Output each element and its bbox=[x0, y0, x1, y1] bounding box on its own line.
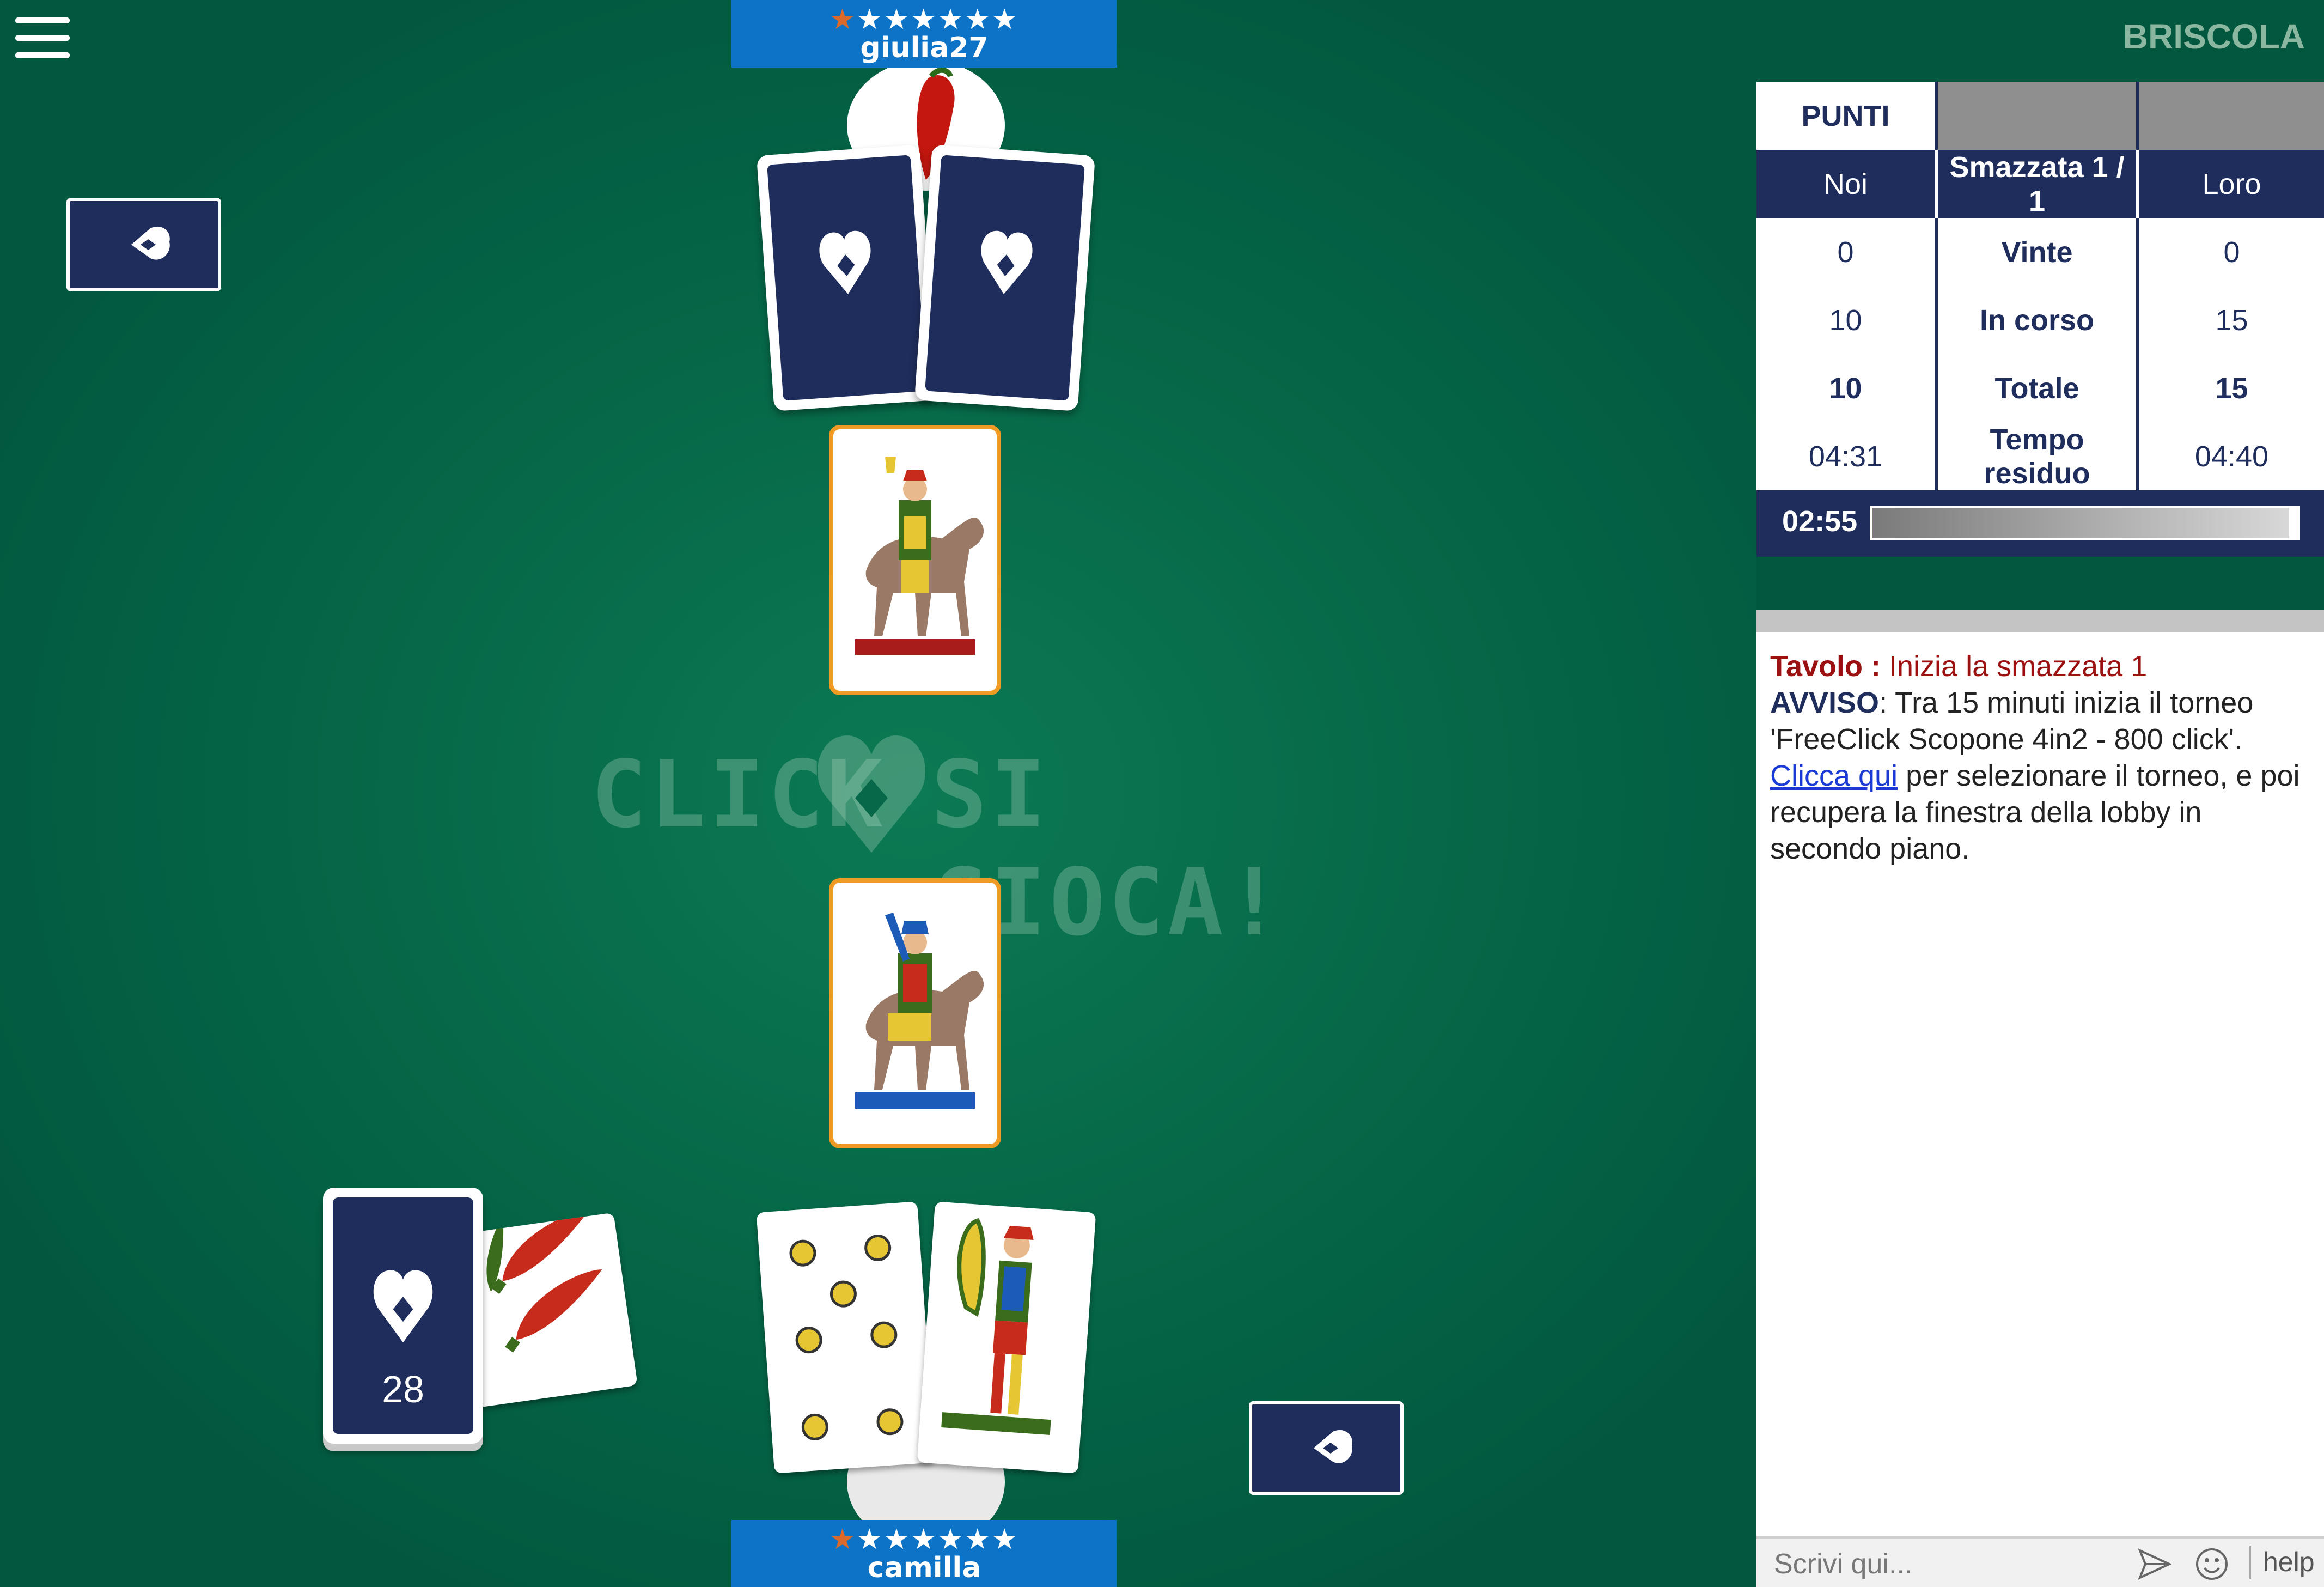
back-button[interactable] bbox=[66, 198, 221, 291]
sidebar: BRISCOLA PUNTI Noi Smazzata 1 / 1 Loro 0… bbox=[1756, 0, 2324, 1587]
opponent-plate: ★★★★★★★ giulia27 bbox=[731, 0, 1117, 68]
played-card-player bbox=[829, 878, 1001, 1148]
back-button[interactable] bbox=[1249, 1401, 1404, 1495]
table-row: 04:31 Tempo residuo 04:40 bbox=[1756, 422, 2324, 490]
seven-of-denari-card-art bbox=[789, 1235, 904, 1440]
hamburger-menu-icon[interactable] bbox=[15, 15, 70, 61]
chat-messages: Tavolo : Inizia la smazzata 1 AVVISO: Tr… bbox=[1770, 648, 2315, 867]
chat-input-bar: help bbox=[1756, 1536, 2324, 1587]
app-title: BRISCOLA bbox=[2122, 17, 2305, 56]
player-rating-stars: ★★★★★★★ bbox=[829, 1523, 1019, 1556]
chat-message: AVVISO: Tra 15 minuti inizia il torneo '… bbox=[1770, 686, 2300, 865]
game-table: ★★★★★★★ giulia27 CLICK SI GIOCA! 28 ★★★★… bbox=[0, 0, 1756, 1587]
heart-logo-icon bbox=[819, 230, 871, 294]
chat-input[interactable] bbox=[1773, 1548, 2124, 1580]
timer-value: 02:55 bbox=[1782, 505, 1858, 538]
heart-logo-icon bbox=[981, 230, 1033, 294]
hand-card[interactable] bbox=[917, 1201, 1096, 1474]
back-heart-icon bbox=[131, 226, 170, 260]
score-table: PUNTI Noi Smazzata 1 / 1 Loro 0 Vinte 0 … bbox=[1756, 82, 2324, 490]
played-card-opponent bbox=[829, 425, 1001, 695]
deck: 28 bbox=[323, 1188, 483, 1444]
table-row: 0 Vinte 0 bbox=[1756, 218, 2324, 286]
turn-timer: 02:55 bbox=[1756, 490, 2324, 557]
punti-label: PUNTI bbox=[1756, 82, 1936, 150]
hand-card[interactable] bbox=[756, 1201, 936, 1474]
timer-progress-bar bbox=[1870, 506, 2300, 540]
header-loro: Loro bbox=[2136, 150, 2324, 218]
help-link[interactable]: help bbox=[2263, 1546, 2315, 1578]
heart-logo-icon bbox=[817, 735, 926, 853]
player-name: camilla bbox=[867, 1552, 981, 1584]
table-row: 10 Totale 15 bbox=[1756, 354, 2324, 422]
divider bbox=[2249, 1546, 2251, 1579]
header-smazzata: Smazzata 1 / 1 bbox=[1935, 150, 2138, 218]
clicca-qui-link[interactable]: Clicca qui bbox=[1770, 759, 1898, 792]
table-row: 10 In corso 15 bbox=[1756, 286, 2324, 354]
opponent-name: giulia27 bbox=[860, 32, 989, 64]
opponent-card-back bbox=[756, 144, 938, 411]
cavallo-bastoni-card-art bbox=[855, 913, 984, 1109]
opponent-rating-stars: ★★★★★★★ bbox=[829, 3, 1019, 36]
send-icon[interactable] bbox=[2138, 1548, 2171, 1580]
deck-count: 28 bbox=[382, 1368, 424, 1410]
emoji-icon[interactable] bbox=[2195, 1547, 2229, 1581]
heart-logo-icon bbox=[373, 1270, 433, 1343]
chat-message: Tavolo : Inizia la smazzata 1 bbox=[1770, 650, 2148, 683]
opponent-card-back bbox=[914, 144, 1096, 411]
click-si-gioca-watermark: CLICK SI GIOCA! bbox=[591, 730, 1288, 957]
chat-log: Tavolo : Inizia la smazzata 1 AVVISO: Tr… bbox=[1756, 610, 2324, 1536]
cavallo-coppe-card-art bbox=[855, 457, 984, 655]
header-noi: Noi bbox=[1756, 150, 1936, 218]
fante-bastoni-card-art bbox=[941, 1218, 1051, 1435]
timer-progress-fill bbox=[1872, 508, 2290, 538]
player-plate: ★★★★★★★ camilla bbox=[731, 1520, 1117, 1587]
back-heart-icon bbox=[1314, 1430, 1352, 1463]
